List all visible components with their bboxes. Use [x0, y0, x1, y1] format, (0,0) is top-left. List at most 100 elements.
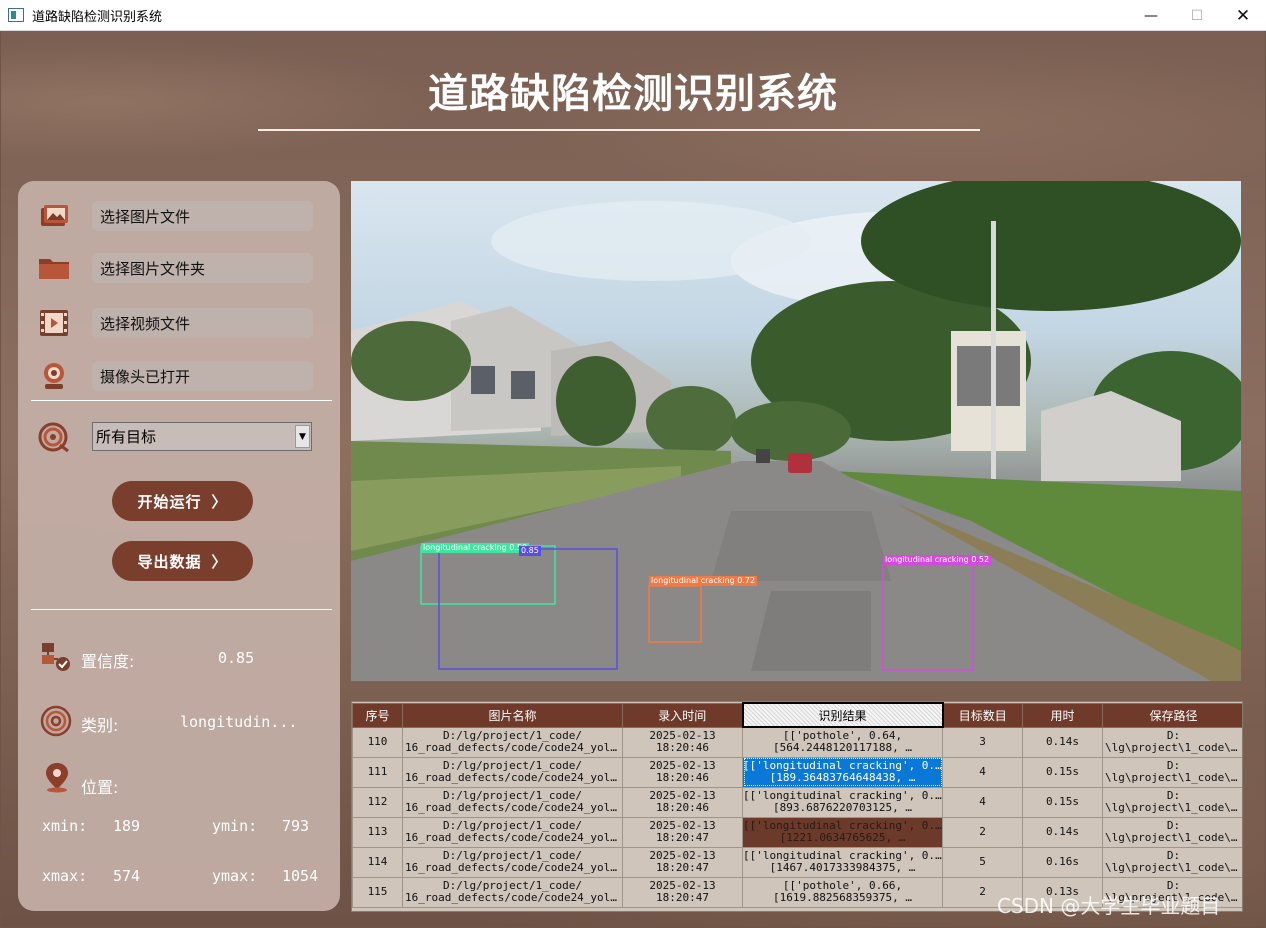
cell-duration[interactable]: 0.15s — [1022, 756, 1103, 788]
camera-icon — [38, 361, 70, 391]
select-video-row — [38, 307, 70, 339]
select-folder-button[interactable]: 选择图片文件夹 — [92, 253, 313, 283]
xmin-label: xmin: — [42, 817, 88, 835]
cell-index[interactable]: 112 — [352, 786, 403, 818]
cell-count[interactable]: 4 — [942, 786, 1023, 818]
cell-result[interactable]: [['pothole', 0.66, [1619.882568359375, … — [742, 876, 943, 908]
confidence-value: 0.85 — [218, 649, 255, 667]
cell-image-name[interactable]: D:/lg/project/1_code/16_road_defects/cod… — [402, 876, 623, 908]
cell-save-path-line2: \lg\project\1_code\1… — [1105, 742, 1242, 754]
ymax-label: ymax: — [212, 867, 258, 885]
watermark: CSDN @大学生毕业题目 — [997, 894, 1221, 918]
cell-image-name[interactable]: D:/lg/project/1_code/16_road_defects/cod… — [402, 786, 623, 818]
maximize-icon[interactable]: ☐ — [1174, 0, 1220, 31]
close-icon[interactable]: ✕ — [1220, 0, 1266, 31]
cell-time[interactable]: 2025-02-13 18:20:46 — [622, 756, 743, 788]
cell-time-line2: 18:20:46 — [656, 802, 709, 814]
cell-save-path[interactable]: D: \lg\project\1_code\1… — [1102, 756, 1242, 788]
cell-save-path[interactable]: D: \lg\project\1_code\1… — [1102, 816, 1242, 848]
cell-result[interactable]: [['longitudinal cracking', 0.85, [893.687… — [742, 786, 943, 818]
cell-index[interactable]: 115 — [352, 876, 403, 908]
cell-save-path[interactable]: D: \lg\project\1_code\1… — [1102, 786, 1242, 818]
cell-result[interactable]: [['longitudinal cracking', 0.85, [1467.40… — [742, 846, 943, 878]
cell-result[interactable]: [['longitudinal cracking', 0.91, [1221.06… — [742, 816, 943, 848]
cell-duration[interactable]: 0.16s — [1022, 846, 1103, 878]
xmin-value: 189 — [113, 817, 141, 835]
result-table[interactable]: 序号 图片名称 录入时间 识别结果 目标数目 用时 保存路径 110 D:/lg/… — [351, 701, 1243, 912]
cell-image-name-line2: 16_road_defects/code/code24_yolov… — [405, 742, 620, 754]
table-row[interactable]: 114 D:/lg/project/1_code/16_road_defects/… — [352, 846, 1242, 878]
cell-save-path-line1: D: — [1166, 790, 1181, 802]
cell-index[interactable]: 110 — [352, 726, 403, 758]
column-header-count[interactable]: 目标数目 — [942, 702, 1023, 728]
cell-time-line1: 2025-02-13 — [649, 730, 716, 742]
table-row[interactable]: 110 D:/lg/project/1_code/16_road_defects/… — [352, 726, 1242, 758]
column-header-image-name[interactable]: 图片名称 — [402, 702, 623, 728]
select-folder-row — [38, 252, 70, 284]
select-video-button[interactable]: 选择视频文件 — [92, 308, 313, 338]
target-select-value: 所有目标 — [96, 428, 157, 446]
cell-index[interactable]: 111 — [352, 756, 403, 788]
cell-index[interactable]: 114 — [352, 846, 403, 878]
cell-time-line2: 18:20:46 — [656, 772, 709, 784]
select-image-button[interactable]: 选择图片文件 — [92, 201, 313, 231]
column-header-duration[interactable]: 用时 — [1022, 702, 1103, 728]
cell-save-path-line2: \lg\project\1_code\1… — [1105, 862, 1242, 874]
cell-index[interactable]: 113 — [352, 816, 403, 848]
cell-result[interactable]: [['longitudinal cracking', 0.85, [189.364… — [742, 756, 943, 788]
page-title: 道路缺陷检测识别系统 — [428, 71, 838, 117]
cell-save-path[interactable]: D: \lg\project\1_code\1… — [1102, 846, 1242, 878]
column-header-save-path[interactable]: 保存路径 — [1102, 702, 1242, 728]
cell-time[interactable]: 2025-02-13 18:20:47 — [622, 846, 743, 878]
cell-time[interactable]: 2025-02-13 18:20:47 — [622, 876, 743, 908]
column-header-index[interactable]: 序号 — [352, 702, 403, 728]
cell-save-path-line1: D: — [1166, 850, 1181, 862]
target-icon — [38, 422, 70, 453]
cell-time[interactable]: 2025-02-13 18:20:46 — [622, 726, 743, 758]
detection-label: longitudinal cracking 0.59 — [421, 543, 530, 553]
cell-image-name[interactable]: D:/lg/project/1_code/16_road_defects/cod… — [402, 846, 623, 878]
cell-time[interactable]: 2025-02-13 18:20:47 — [622, 816, 743, 848]
cell-duration[interactable]: 0.14s — [1022, 816, 1103, 848]
target-row — [38, 421, 70, 453]
cell-time-line2: 18:20:47 — [656, 862, 709, 874]
cell-image-name-line1: D:/lg/project/1_code/ — [442, 790, 583, 802]
cell-image-name-line1: D:/lg/project/1_code/ — [442, 850, 583, 862]
cell-result-line1: [['longitudinal cracking', 0.85, — [743, 850, 942, 862]
cell-count[interactable]: 2 — [942, 816, 1023, 848]
column-header-result[interactable]: 识别结果 — [741, 702, 944, 728]
cell-time-line1: 2025-02-13 — [649, 790, 716, 802]
cell-image-name-line2: 16_road_defects/code/code24_yolov… — [405, 802, 620, 814]
cell-image-name[interactable]: D:/lg/project/1_code/16_road_defects/cod… — [402, 756, 623, 788]
minimize-icon[interactable]: — — [1128, 0, 1174, 31]
confidence-icon — [40, 641, 72, 677]
table-row[interactable]: 112 D:/lg/project/1_code/16_road_defects/… — [352, 786, 1242, 818]
table-row[interactable]: 113 D:/lg/project/1_code/16_road_defects/… — [352, 816, 1242, 848]
cell-time[interactable]: 2025-02-13 18:20:46 — [622, 786, 743, 818]
detection-image: longitudinal cracking 0.59 0.85 longitud… — [351, 181, 1241, 681]
select-image-row — [38, 200, 70, 232]
cell-save-path-line1: D: — [1166, 820, 1181, 832]
chevron-right-icon: 〉 — [211, 552, 228, 571]
camera-button[interactable]: 摄像头已打开 — [92, 361, 313, 391]
cell-duration[interactable]: 0.14s — [1022, 726, 1103, 758]
chevron-down-icon[interactable]: ▼ — [295, 425, 310, 448]
cell-result-line2: [1619.882568359375, … — [772, 892, 913, 904]
cell-image-name[interactable]: D:/lg/project/1_code/16_road_defects/cod… — [402, 816, 623, 848]
export-button[interactable]: 导出数据 〉 — [112, 541, 253, 581]
column-header-time[interactable]: 录入时间 — [622, 702, 743, 728]
title-underline — [258, 129, 980, 131]
cell-count[interactable]: 5 — [942, 846, 1023, 878]
cell-result[interactable]: [['pothole', 0.64, [564.2448120117188, … — [742, 726, 943, 758]
cell-duration[interactable]: 0.15s — [1022, 786, 1103, 818]
image-file-icon — [38, 201, 70, 231]
cell-save-path[interactable]: D: \lg\project\1_code\1… — [1102, 726, 1242, 758]
target-select[interactable]: 所有目标 ▼ — [92, 422, 312, 451]
cell-image-name[interactable]: D:/lg/project/1_code/16_road_defects/cod… — [402, 726, 623, 758]
detection-label: longitudinal cracking 0.52 — [883, 555, 992, 565]
cell-count[interactable]: 3 — [942, 726, 1023, 758]
start-button[interactable]: 开始运行 〉 — [112, 481, 253, 521]
cell-count[interactable]: 4 — [942, 756, 1023, 788]
cell-result-line1: [['pothole', 0.66, — [782, 880, 903, 892]
table-row[interactable]: 111 D:/lg/project/1_code/16_road_defects/… — [352, 756, 1242, 788]
